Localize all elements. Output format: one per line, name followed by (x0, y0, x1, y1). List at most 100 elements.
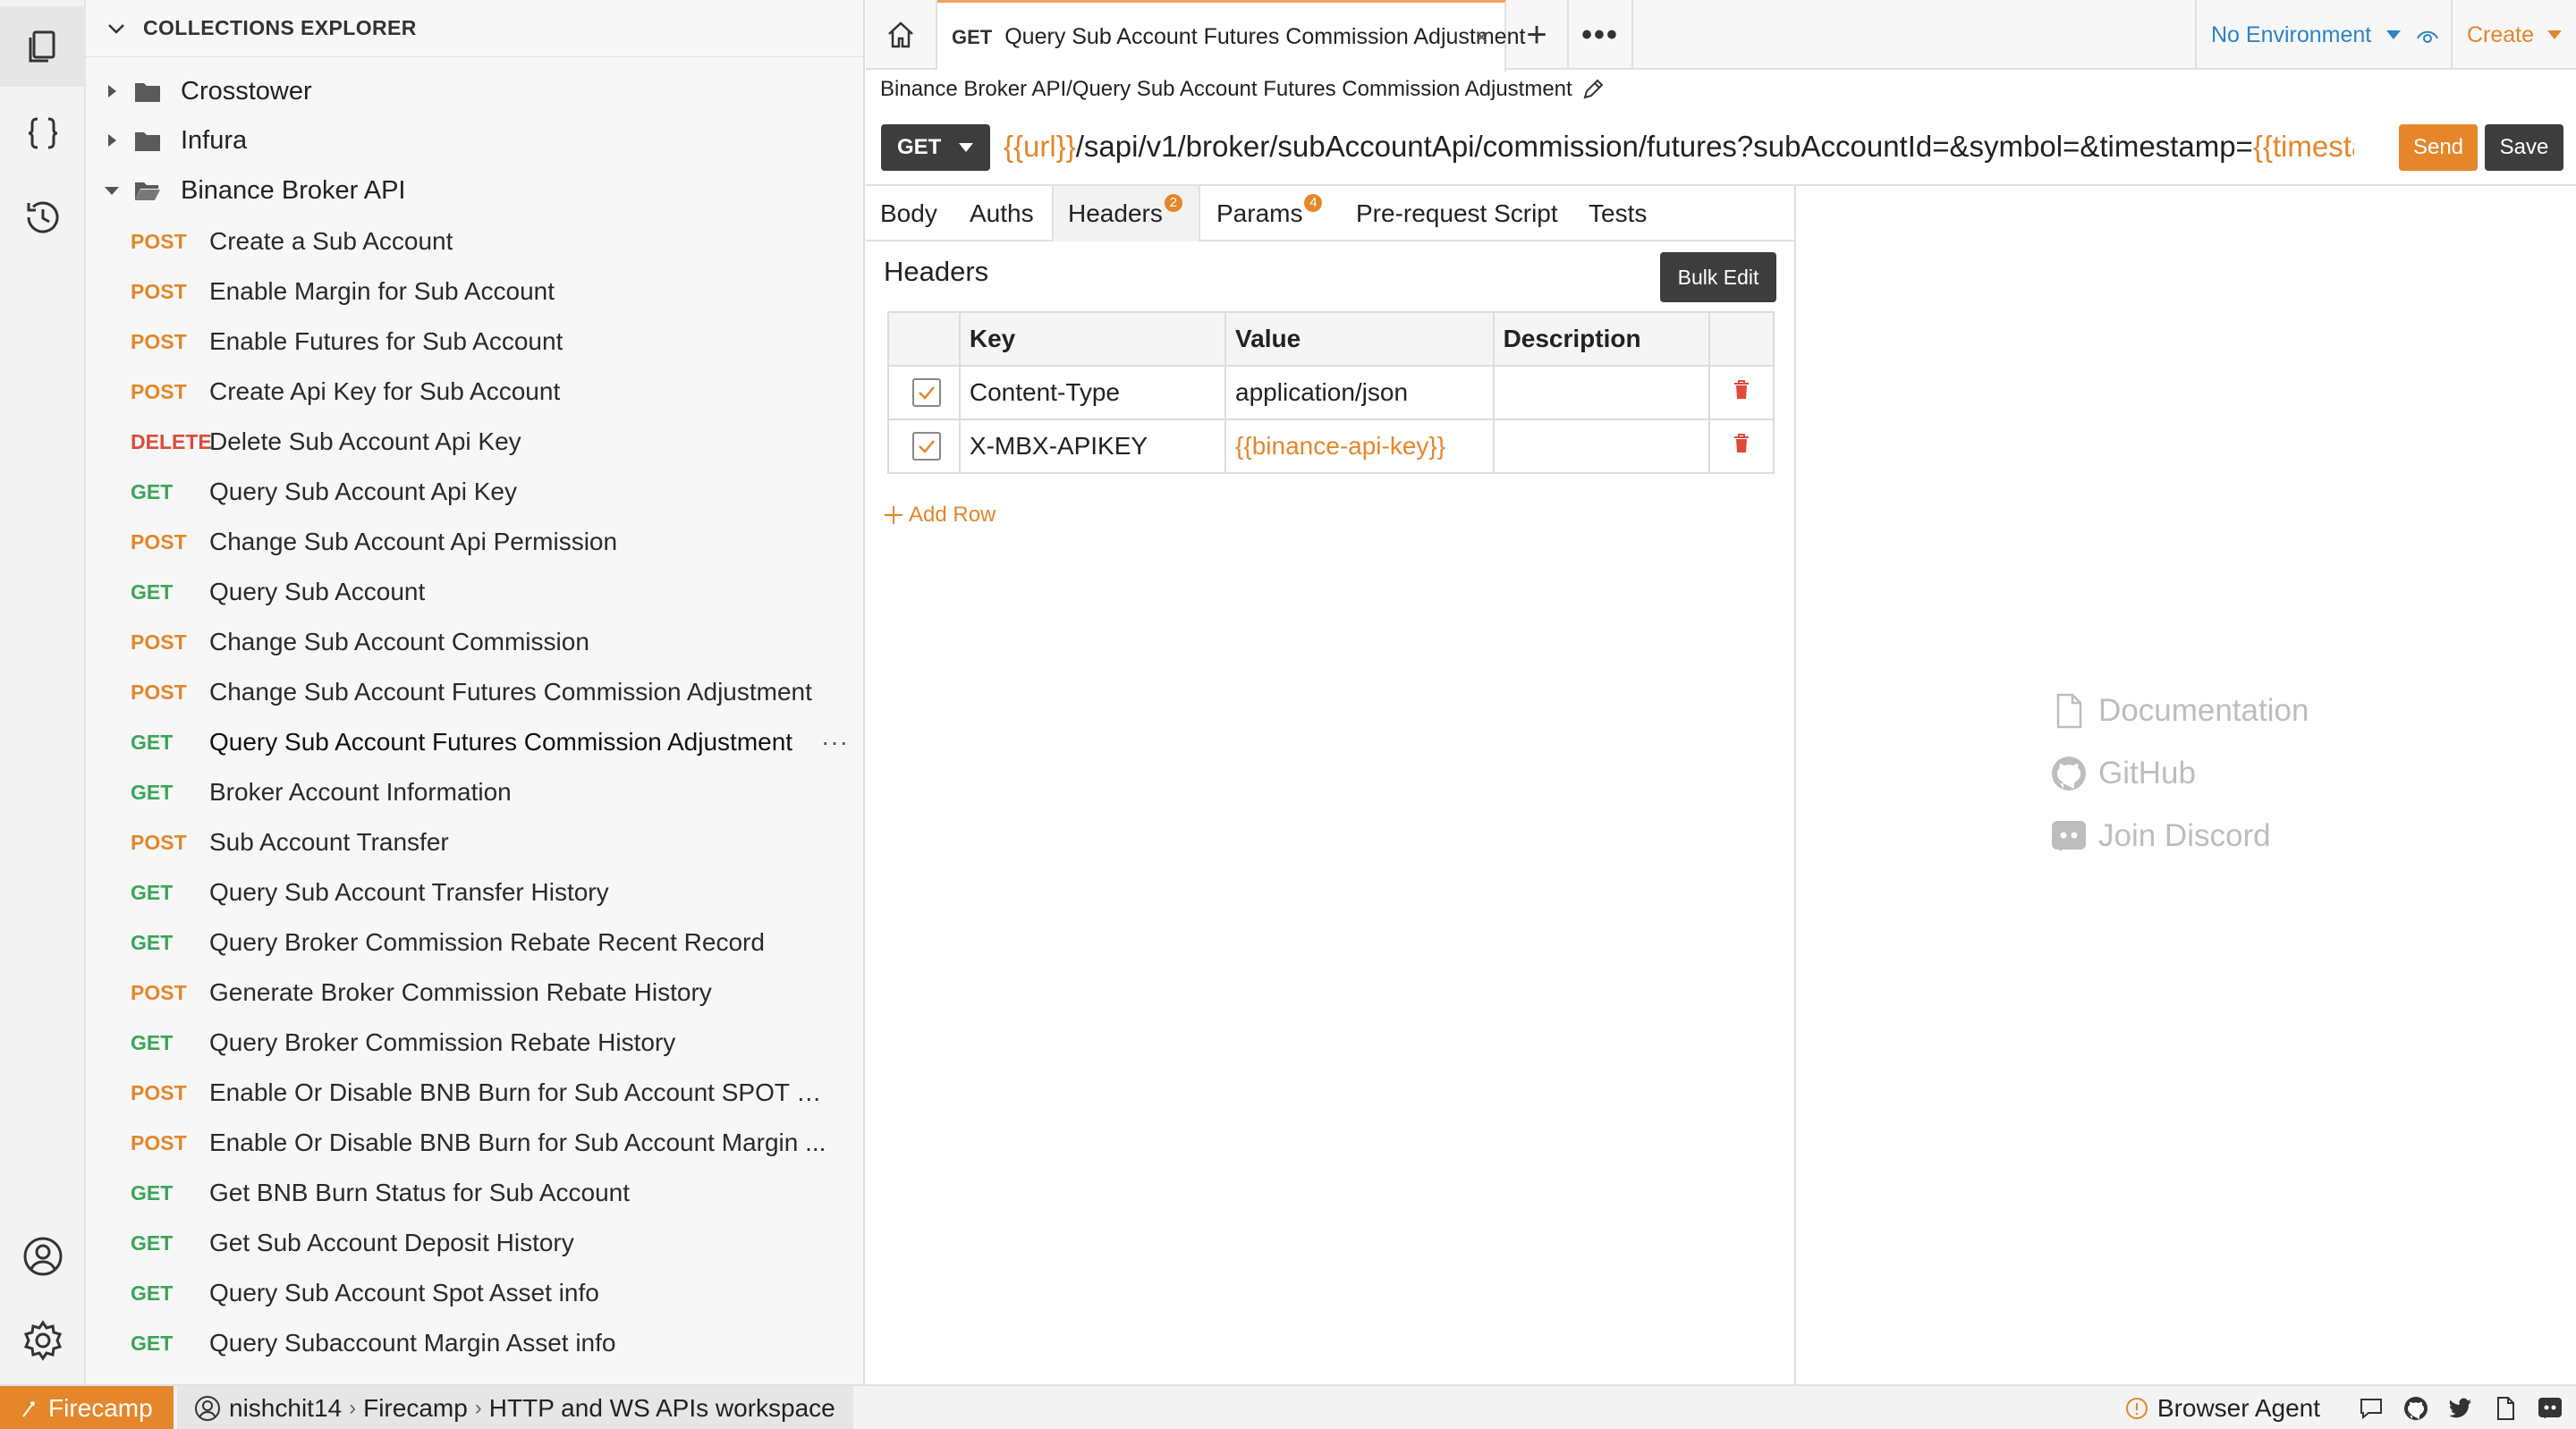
request-method: POST (131, 379, 187, 403)
request-item[interactable]: GET Query Sub Account Futures Commission … (86, 718, 863, 766)
history-activity-button[interactable] (0, 177, 86, 258)
header-value[interactable]: application/json (1224, 365, 1495, 420)
request-item[interactable]: GET Broker Account Information (86, 768, 863, 816)
add-row-label: Add Row (909, 503, 996, 527)
request-method: POST (131, 329, 187, 353)
pencil-icon[interactable] (1581, 78, 1605, 101)
header-description[interactable] (1492, 419, 1711, 474)
count-badge: 2 (1164, 194, 1182, 212)
request-item[interactable]: GET Query Broker Commission Rebate Histor… (86, 1019, 863, 1067)
trash-icon[interactable] (1732, 379, 1751, 401)
trash-icon[interactable] (1732, 433, 1751, 454)
delete-cell (1708, 365, 1775, 420)
tab-headers[interactable]: Headers 2 (1052, 186, 1200, 241)
header-description[interactable] (1492, 365, 1711, 420)
request-item[interactable]: POST Create a Sub Account (86, 217, 863, 266)
environment-selector[interactable]: No Environment (2195, 0, 2453, 70)
gear-icon (23, 1320, 63, 1361)
tab-bar: GET Query Sub Account Futures Commission… (866, 0, 2576, 72)
pane-divider[interactable] (1794, 186, 1796, 1384)
collections-activity-button[interactable] (0, 6, 86, 87)
request-name: Query Subaccount Margin Asset info (209, 1329, 616, 1357)
enable-checkbox[interactable] (912, 432, 941, 461)
github-link[interactable]: GitHub (2050, 755, 2196, 792)
request-item[interactable]: POST Change Sub Account Api Permission (86, 518, 863, 566)
close-icon[interactable]: × (1475, 23, 1488, 51)
request-item[interactable]: POST Generate Broker Commission Rebate Hi… (86, 968, 863, 1017)
request-item[interactable]: POST Enable Or Disable BNB Burn for Sub A… (86, 1119, 863, 1167)
breadcrumb: Binance Broker API/Query Sub Account Fut… (880, 77, 1605, 102)
request-name: Query Sub Account Api Key (209, 478, 517, 505)
tab-label: Body (880, 199, 937, 227)
request-item[interactable]: GET Query Sub Account Spot Asset info (86, 1269, 863, 1317)
document-icon[interactable] (2492, 1395, 2519, 1422)
folder-crosstower[interactable]: Crosstower (86, 67, 863, 115)
tab-params[interactable]: Params 4 (1216, 186, 1323, 241)
chat-icon[interactable] (2358, 1395, 2385, 1422)
collections-explorer: COLLECTIONS EXPLORER Crosstower Infura B… (86, 0, 865, 1384)
environments-activity-button[interactable] (0, 93, 86, 173)
request-item[interactable]: GET Query Broker Commission Rebate Recent… (86, 918, 863, 967)
request-item[interactable]: GET Get BNB Burn Status for Sub Account (86, 1169, 863, 1217)
send-button[interactable]: Send (2399, 124, 2478, 171)
twitter-icon[interactable] (2447, 1395, 2474, 1422)
bulk-edit-button[interactable]: Bulk Edit (1660, 252, 1776, 302)
request-item[interactable]: POST Create Api Key for Sub Account (86, 368, 863, 416)
request-item[interactable]: GET Query Sub Account (86, 568, 863, 616)
workspace-switcher[interactable]: nishchit14 › Firecamp › HTTP and WS APIs… (177, 1386, 853, 1429)
discord-icon[interactable] (2537, 1395, 2563, 1422)
request-item[interactable]: GET Query Subaccount Margin Asset info (86, 1319, 863, 1367)
documentation-link[interactable]: Documentation (2050, 692, 2309, 730)
eye-icon[interactable] (2416, 23, 2439, 47)
request-name: Query Sub Account Spot Asset info (209, 1279, 599, 1306)
request-item[interactable]: GET Query Sub Account Transfer History (86, 868, 863, 917)
discord-link[interactable]: Join Discord (2050, 817, 2271, 855)
more-options-icon[interactable]: ··· (821, 728, 849, 757)
enable-checkbox[interactable] (912, 378, 941, 407)
request-item[interactable]: GET Query Sub Account Api Key (86, 468, 863, 516)
header-key[interactable]: X-MBX-APIKEY (958, 419, 1227, 474)
method-dropdown[interactable]: GET (881, 124, 990, 171)
explorer-header[interactable]: COLLECTIONS EXPLORER (86, 0, 863, 57)
account-activity-button[interactable] (0, 1216, 86, 1297)
request-item[interactable]: POST Change Sub Account Futures Commissio… (86, 668, 863, 716)
folder-infura[interactable]: Infura (86, 116, 863, 165)
header-value[interactable]: {{binance-api-key}} (1224, 419, 1495, 474)
request-item[interactable]: POST Sub Account Transfer (86, 818, 863, 867)
request-item[interactable]: POST Enable Futures for Sub Account (86, 317, 863, 366)
request-item[interactable]: POST Enable Or Disable BNB Burn for Sub A… (86, 1069, 863, 1117)
settings-activity-button[interactable] (0, 1300, 86, 1381)
tab-auths[interactable]: Auths (970, 186, 1034, 241)
url-bar: GET {{url}}/sapi/v1/broker/subAccountApi… (866, 116, 2576, 186)
home-icon (888, 21, 913, 48)
more-tabs-button[interactable]: ••• (1569, 0, 1633, 70)
save-button[interactable]: Save (2485, 124, 2563, 171)
folder-icon (135, 132, 160, 151)
folder-binance-broker-api[interactable]: Binance Broker API (86, 166, 863, 215)
user-name: nishchit14 (229, 1394, 343, 1422)
brand-button[interactable]: Firecamp (0, 1386, 174, 1429)
tab-body[interactable]: Body (880, 186, 937, 241)
home-tab[interactable] (866, 0, 937, 70)
new-tab-button[interactable]: + (1506, 0, 1569, 70)
tab-tests[interactable]: Tests (1589, 186, 1647, 241)
create-menu[interactable]: Create (2467, 0, 2576, 70)
enable-cell (887, 365, 961, 420)
user-circle-icon (23, 1237, 63, 1276)
url-input[interactable]: {{url}}/sapi/v1/broker/subAccountApi/com… (1004, 130, 2354, 167)
column-header-description: Description (1492, 311, 1711, 367)
browser-agent-button[interactable]: Browser Agent (2157, 1394, 2320, 1423)
request-item[interactable]: POST Change Sub Account Commission (86, 618, 863, 666)
request-item[interactable]: GET Get Sub Account Deposit History (86, 1219, 863, 1267)
request-item[interactable]: POST Enable Margin for Sub Account (86, 267, 863, 316)
add-row-button[interactable]: Add Row (882, 503, 996, 528)
request-item[interactable]: DELETE Delete Sub Account Api Key (86, 418, 863, 466)
tab-query-sub-account-futures[interactable]: GET Query Sub Account Futures Commission… (937, 0, 1525, 72)
header-key[interactable]: Content-Type (958, 365, 1227, 420)
request-tabs: Body Auths Headers 2 Params 4 Pre-request … (866, 186, 1794, 241)
count-badge: 4 (1304, 194, 1323, 212)
github-icon[interactable] (2402, 1395, 2429, 1422)
tab-label: Headers (1068, 199, 1163, 227)
tab-pre-request-script[interactable]: Pre-request Script (1356, 186, 1558, 241)
dropdown-arrow-icon (2547, 30, 2563, 39)
